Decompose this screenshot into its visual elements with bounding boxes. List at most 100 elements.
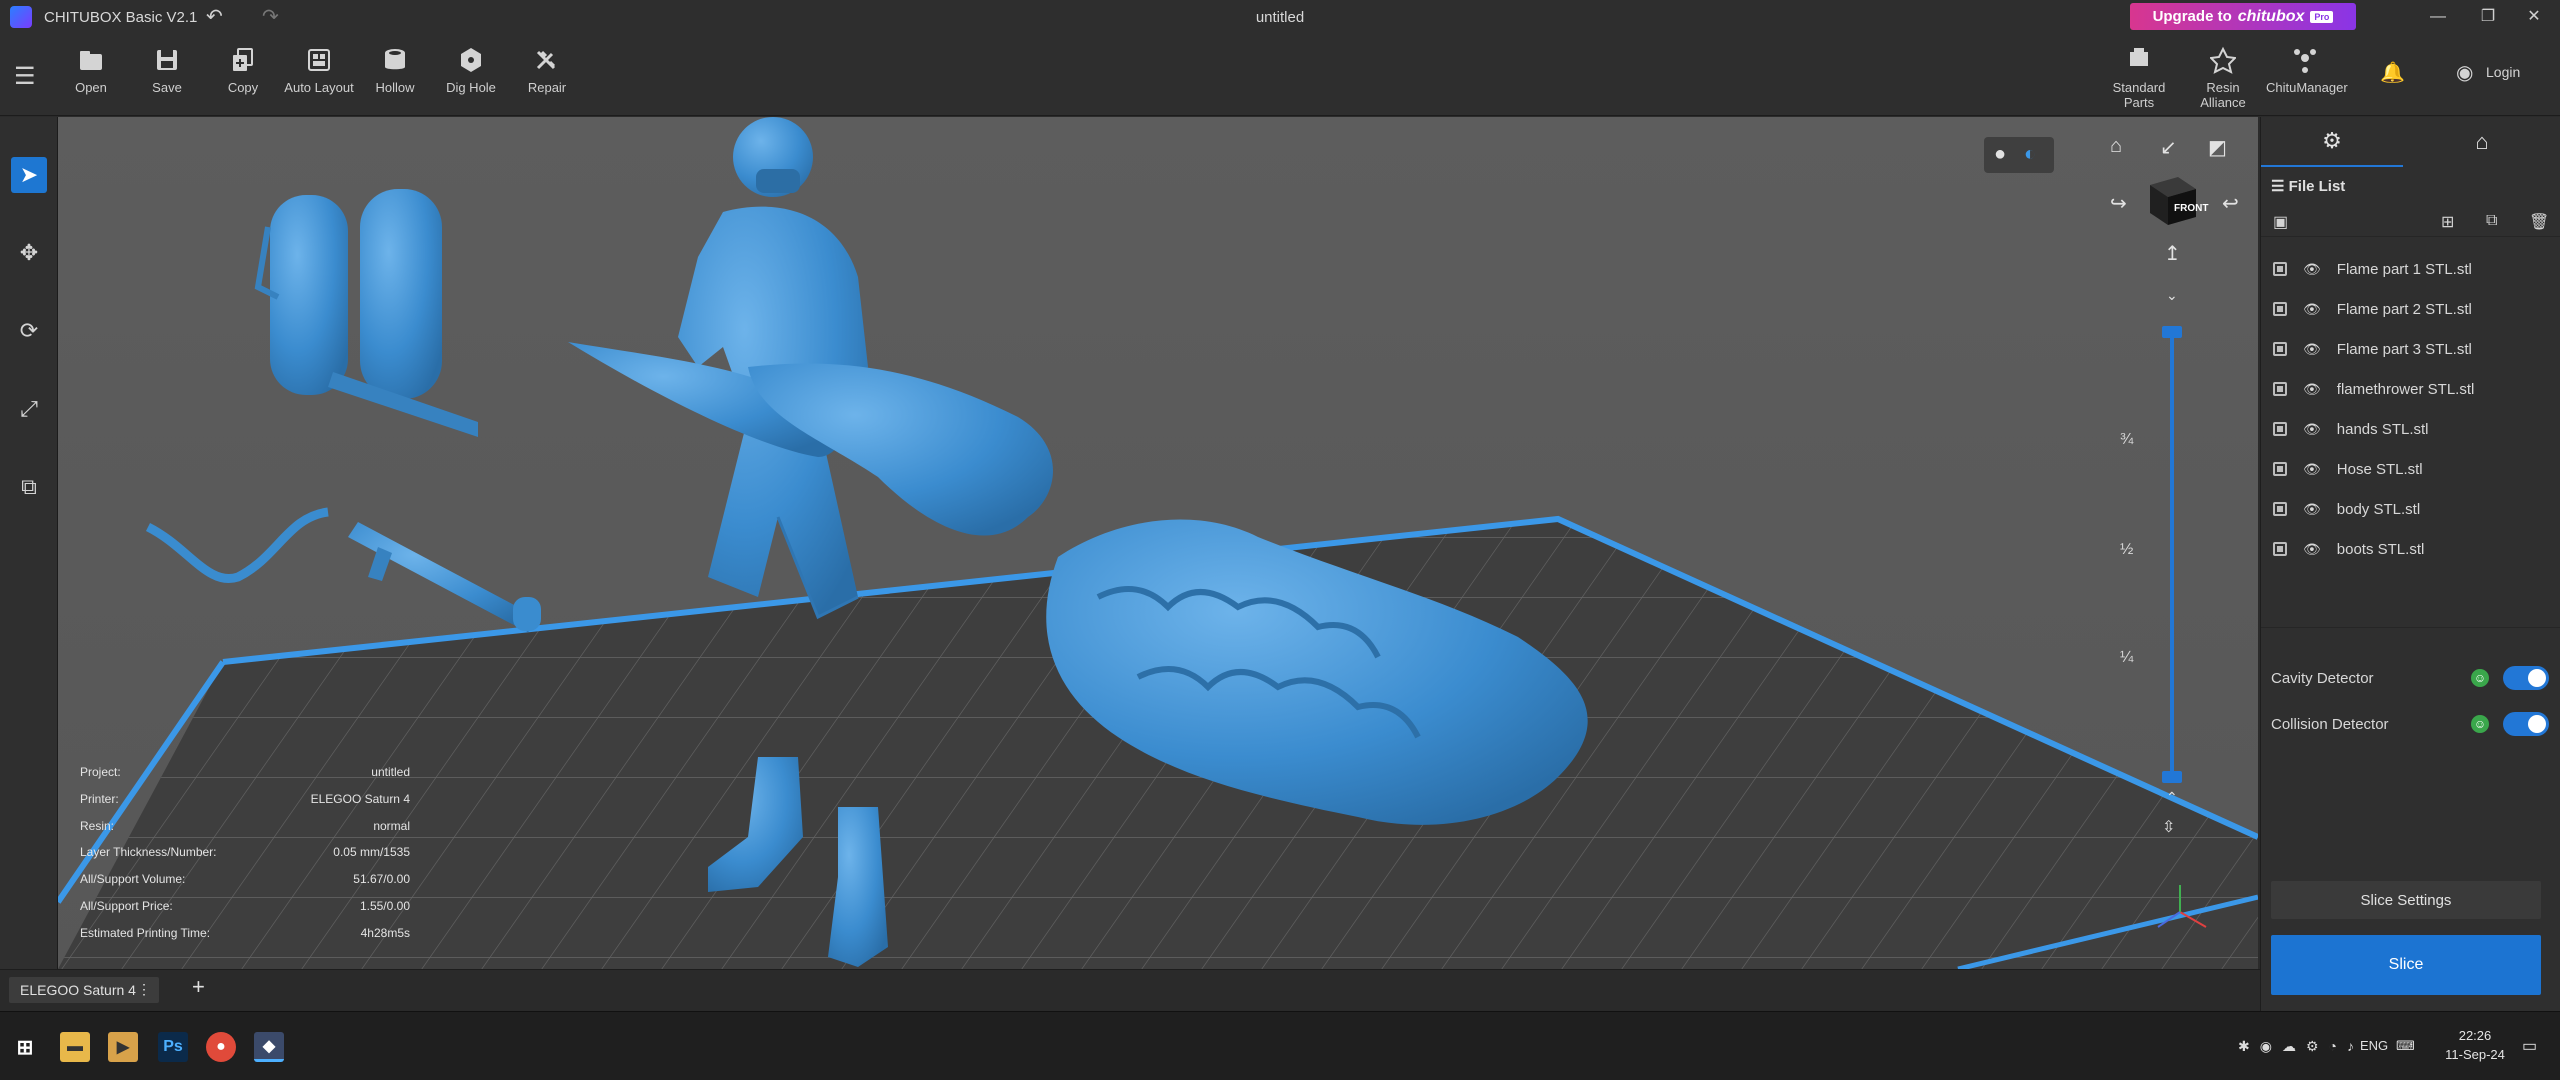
- visibility-eye-icon[interactable]: 👁: [2303, 421, 2321, 438]
- minimize-button[interactable]: —: [2416, 2, 2460, 32]
- visibility-eye-icon[interactable]: 👁: [2303, 541, 2321, 558]
- notification-bell-icon[interactable]: 🔔: [2380, 60, 2405, 85]
- save-button[interactable]: Save: [129, 46, 205, 95]
- left-tool-strip: ➤ ✥ ⟳ ⤢ ⧉: [0, 117, 58, 969]
- visibility-eye-icon[interactable]: 👁: [2303, 461, 2321, 478]
- volume-icon[interactable]: ♪: [2347, 1038, 2354, 1055]
- file-checkbox[interactable]: [2273, 542, 2287, 556]
- home-view-icon[interactable]: ⌂: [2110, 135, 2122, 158]
- login-link[interactable]: Login: [2486, 64, 2520, 80]
- layer-slider-bottom-handle[interactable]: [2162, 771, 2182, 783]
- tab-library[interactable]: ⌂: [2411, 117, 2553, 167]
- delete-icon[interactable]: 🗑: [2529, 212, 2549, 232]
- xray-mode-icon[interactable]: ◐: [2024, 143, 2036, 166]
- tab-file-list[interactable]: ⚙: [2261, 117, 2403, 167]
- visibility-eye-icon[interactable]: 👁: [2303, 381, 2321, 398]
- bluetooth-icon[interactable]: ✱: [2238, 1038, 2250, 1055]
- scale-icon[interactable]: ⤢: [11, 391, 47, 427]
- slice-button[interactable]: Slice: [2271, 935, 2541, 995]
- file-name: boots STL.stl: [2336, 540, 2425, 558]
- rotate-view-down-icon[interactable]: ↪: [2110, 191, 2127, 216]
- resin-alliance-button[interactable]: Resin Alliance: [2184, 46, 2262, 110]
- rotate-icon[interactable]: ⟳: [11, 313, 47, 349]
- keyboard-icon[interactable]: ⌨: [2396, 1038, 2415, 1054]
- file-checkbox[interactable]: [2273, 422, 2287, 436]
- 3d-viewport[interactable]: Project: untitled Printer: ELEGOO Saturn 4…: [58, 117, 2258, 969]
- render-mode-toggle[interactable]: ● ◐: [1984, 137, 2054, 173]
- expand-slider-icon[interactable]: ⌃: [2166, 789, 2178, 806]
- chitubox-taskbar-icon[interactable]: ◆: [254, 1032, 284, 1062]
- perspective-icon[interactable]: ◩: [2208, 135, 2227, 160]
- select-icon[interactable]: ➤: [11, 157, 47, 193]
- move-icon[interactable]: ✥: [11, 235, 47, 271]
- hollow-button[interactable]: Hollow: [357, 46, 433, 95]
- file-list-item[interactable]: 👁 body STL.stl: [2261, 489, 2560, 529]
- media-player-icon[interactable]: ▶: [108, 1032, 138, 1062]
- open-button[interactable]: Open: [53, 46, 129, 95]
- tab-more-icon[interactable]: ⋮: [137, 981, 151, 998]
- select-all-checkbox-icon[interactable]: ▣: [2273, 212, 2288, 232]
- rotate-view-right-icon[interactable]: ↩: [2222, 191, 2239, 216]
- add-printer-tab-button[interactable]: +: [192, 974, 205, 1000]
- file-list-item[interactable]: 👁 flamethrower STL.stl: [2261, 369, 2560, 409]
- undo-icon[interactable]: ↶: [206, 4, 223, 29]
- network-icon[interactable]: ◔: [2329, 1038, 2337, 1055]
- file-checkbox[interactable]: [2273, 342, 2287, 356]
- windows-start-icon[interactable]: ⊞: [10, 1032, 40, 1062]
- copy-button[interactable]: Copy: [205, 46, 281, 95]
- file-list-item[interactable]: 👁 Hose STL.stl: [2261, 449, 2560, 489]
- visibility-eye-icon[interactable]: 👁: [2303, 301, 2321, 318]
- arrange-icon[interactable]: ⧉: [2486, 212, 2497, 230]
- repair-button[interactable]: Repair: [509, 46, 585, 95]
- upgrade-button[interactable]: Upgrade to chitubox Pro: [2130, 3, 2356, 30]
- file-checkbox[interactable]: [2273, 462, 2287, 476]
- copy-icon: [230, 46, 256, 74]
- file-list-item[interactable]: 👁 boots STL.stl: [2261, 529, 2560, 569]
- mirror-icon[interactable]: ⧉: [11, 469, 47, 505]
- chitumanager-label: ChituManager: [2266, 80, 2348, 95]
- file-checkbox[interactable]: [2273, 302, 2287, 316]
- hamburger-menu-icon[interactable]: ☰: [14, 62, 36, 91]
- visibility-eye-icon[interactable]: 👁: [2303, 501, 2321, 518]
- user-avatar-icon[interactable]: ◉: [2456, 60, 2473, 85]
- standard-parts-button[interactable]: Standard Parts: [2100, 46, 2178, 110]
- file-explorer-icon[interactable]: ▬: [60, 1032, 90, 1062]
- update-icon[interactable]: ◉: [2260, 1038, 2272, 1055]
- chitumanager-button[interactable]: ChituManager: [2266, 46, 2348, 95]
- solid-mode-icon[interactable]: ●: [1994, 143, 2006, 166]
- cavity-detector-toggle[interactable]: [2503, 666, 2549, 690]
- file-checkbox[interactable]: [2273, 502, 2287, 516]
- file-list-item[interactable]: 👁 Flame part 2 STL.stl: [2261, 289, 2560, 329]
- printer-tab[interactable]: ELEGOO Saturn 4 ⋮: [9, 977, 159, 1003]
- rotate-view-up-icon[interactable]: ↥: [2164, 241, 2181, 266]
- add-file-icon[interactable]: ⊞: [2441, 212, 2454, 232]
- auto-layout-button[interactable]: Auto Layout: [281, 46, 357, 95]
- language-indicator[interactable]: ENG: [2360, 1038, 2388, 1053]
- dig-hole-button[interactable]: Dig Hole: [433, 46, 509, 95]
- rotate-view-left-icon[interactable]: ↙: [2160, 135, 2177, 160]
- visibility-eye-icon[interactable]: 👁: [2303, 261, 2321, 278]
- redo-icon[interactable]: ↷: [262, 4, 279, 29]
- view-cube[interactable]: FRONT: [2144, 171, 2208, 227]
- notification-center-icon[interactable]: ▭: [2522, 1036, 2537, 1056]
- maximize-button[interactable]: ❐: [2466, 2, 2510, 32]
- photoshop-icon[interactable]: Ps: [158, 1032, 188, 1062]
- collapse-slider-icon[interactable]: ⌄: [2166, 287, 2178, 304]
- info-row-time: Estimated Printing Time: 4h28m5s: [80, 925, 410, 940]
- slice-settings-button[interactable]: Slice Settings: [2271, 881, 2541, 919]
- file-list-item[interactable]: 👁 Flame part 1 STL.stl: [2261, 249, 2560, 289]
- taskbar-clock[interactable]: 22:26 11-Sep-24: [2440, 1026, 2510, 1064]
- file-list-item[interactable]: 👁 Flame part 3 STL.stl: [2261, 329, 2560, 369]
- visibility-eye-icon[interactable]: 👁: [2303, 341, 2321, 358]
- settings-tray-icon[interactable]: ⚙: [2306, 1038, 2319, 1055]
- close-button[interactable]: ✕: [2512, 2, 2556, 32]
- layer-slider-track[interactable]: [2170, 332, 2174, 777]
- layer-slider-top-handle[interactable]: [2162, 326, 2182, 338]
- slider-reset-icon[interactable]: ⇳: [2162, 817, 2175, 837]
- chrome-icon[interactable]: ●: [206, 1032, 236, 1062]
- file-checkbox[interactable]: [2273, 262, 2287, 276]
- file-list-item[interactable]: 👁 hands STL.stl: [2261, 409, 2560, 449]
- file-checkbox[interactable]: [2273, 382, 2287, 396]
- collision-detector-toggle[interactable]: [2503, 712, 2549, 736]
- onedrive-icon[interactable]: ☁: [2282, 1038, 2296, 1055]
